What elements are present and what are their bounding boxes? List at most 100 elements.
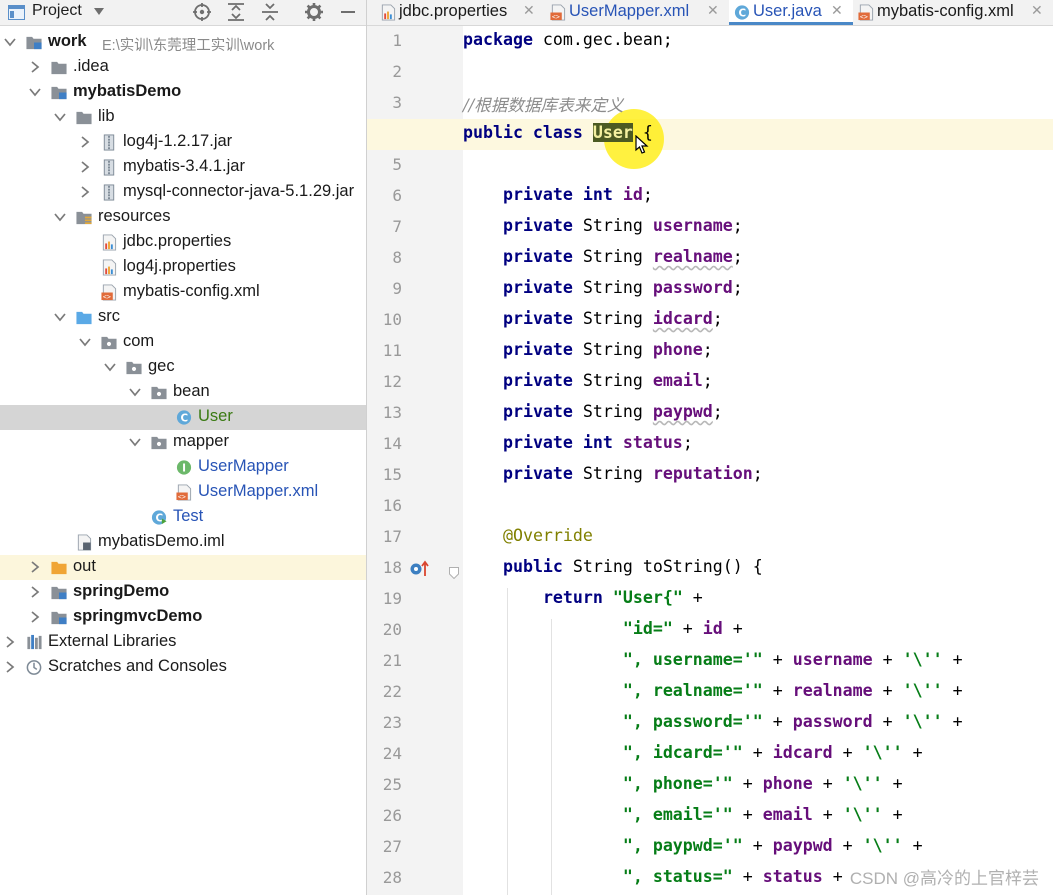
chevron-down-icon[interactable]: [104, 361, 116, 373]
code-line[interactable]: private String email;: [463, 371, 713, 390]
code-line[interactable]: public class User {: [463, 123, 653, 142]
chevron-right-icon[interactable]: [29, 611, 41, 623]
code-editor[interactable]: 1234567891011121314151617181920212223242…: [367, 26, 1053, 895]
chevron-down-icon[interactable]: [129, 436, 141, 448]
code-line[interactable]: ", phone='" + phone + '\'' +: [463, 774, 903, 793]
code-line[interactable]: ", paypwd='" + paypwd + '\'' +: [463, 836, 923, 855]
code-line[interactable]: private String reputation;: [463, 464, 763, 483]
tree-item-bean[interactable]: bean: [0, 380, 366, 405]
code-line[interactable]: ", idcard='" + idcard + '\'' +: [463, 743, 923, 762]
tree-item-external-libraries[interactable]: External Libraries: [0, 630, 366, 655]
line-number: 25: [382, 775, 402, 794]
tree-item-mybatis-3-4-1-jar[interactable]: mybatis-3.4.1.jar: [0, 155, 366, 180]
tree-item-mybatis-config-xml[interactable]: <> mybatis-config.xml: [0, 280, 366, 305]
chevron-down-icon[interactable]: [94, 8, 104, 16]
chevron-right-icon[interactable]: [79, 136, 91, 148]
chevron-right-icon[interactable]: [29, 561, 41, 573]
line-number: 17: [382, 527, 402, 546]
code-line[interactable]: ", password='" + password + '\'' +: [463, 712, 963, 731]
close-icon[interactable]: ✕: [523, 3, 535, 19]
tree-item-idea[interactable]: .idea: [0, 55, 366, 80]
tree-item-work[interactable]: work E:\实训\东莞理工实训\work: [0, 30, 366, 55]
libraries-icon: [27, 634, 42, 650]
tree-item-mybatisdemo[interactable]: mybatisDemo: [0, 80, 366, 105]
close-icon[interactable]: ✕: [831, 3, 843, 19]
code-line[interactable]: private String realname;: [463, 247, 743, 266]
chevron-down-icon[interactable]: [54, 211, 66, 223]
chevron-right-icon[interactable]: [79, 161, 91, 173]
code-line[interactable]: private String idcard;: [463, 309, 723, 328]
tree-item-scratches-and-consoles[interactable]: Scratches and Consoles: [0, 655, 366, 680]
project-view-icon[interactable]: [8, 5, 25, 20]
code-line[interactable]: //根据数据库表来定义: [463, 92, 624, 116]
tab-jdbc-properties[interactable]: jdbc.properties ✕: [375, 0, 545, 25]
line-number: 26: [382, 806, 402, 825]
editor-tab-bar: jdbc.properties ✕ <> UserMapper.xml ✕ C User.j…: [367, 0, 1053, 26]
project-panel-title[interactable]: Project: [32, 2, 82, 20]
override-marker-icon[interactable]: [409, 560, 431, 578]
code-line[interactable]: private String phone;: [463, 340, 713, 359]
chevron-right-icon[interactable]: [4, 636, 16, 648]
tree-item-label: UserMapper: [198, 457, 289, 475]
code-line[interactable]: private String username;: [463, 216, 743, 235]
svg-text:C: C: [181, 412, 189, 424]
tree-item-log4j-1-2-17-jar[interactable]: log4j-1.2.17.jar: [0, 130, 366, 155]
code-line[interactable]: @Override: [463, 526, 593, 545]
tree-item-mybatisdemo-iml[interactable]: mybatisDemo.iml: [0, 530, 366, 555]
chevron-down-icon[interactable]: [79, 336, 91, 348]
tree-item-out[interactable]: out: [0, 555, 366, 580]
code-line[interactable]: return "User{" +: [463, 588, 703, 607]
target-icon[interactable]: [192, 2, 212, 22]
tree-item-lib[interactable]: lib: [0, 105, 366, 130]
code-line[interactable]: ", username='" + username + '\'' +: [463, 650, 963, 669]
code-line[interactable]: private int id;: [463, 185, 653, 204]
expand-all-icon[interactable]: [226, 2, 246, 22]
chevron-right-icon[interactable]: [29, 586, 41, 598]
close-icon[interactable]: ✕: [707, 3, 719, 19]
chevron-right-icon[interactable]: [79, 186, 91, 198]
chevron-down-icon[interactable]: [29, 86, 41, 98]
code-line[interactable]: private int status;: [463, 433, 693, 452]
tree-item-src[interactable]: src: [0, 305, 366, 330]
collapse-all-icon[interactable]: [260, 2, 280, 22]
code-line[interactable]: ", status=" + status +: [463, 867, 843, 886]
gear-icon[interactable]: [304, 2, 324, 22]
chevron-right-icon[interactable]: [29, 61, 41, 73]
chevron-down-icon[interactable]: [54, 311, 66, 323]
tree-item-usermapper[interactable]: I UserMapper: [0, 455, 366, 480]
code-line[interactable]: "id=" + id +: [463, 619, 743, 638]
tree-item-label: mybatisDemo: [73, 82, 182, 100]
tree-item-mapper[interactable]: mapper: [0, 430, 366, 455]
tree-item-test[interactable]: C Test: [0, 505, 366, 530]
chevron-down-icon[interactable]: [129, 386, 141, 398]
tree-item-label: Test: [173, 507, 204, 525]
tree-item-jdbc-properties[interactable]: jdbc.properties: [0, 230, 366, 255]
code-line[interactable]: private String paypwd;: [463, 402, 723, 421]
chevron-down-icon[interactable]: [54, 111, 66, 123]
line-number: 15: [382, 465, 402, 484]
code-line[interactable]: public String toString() {: [463, 557, 763, 576]
tree-item-com[interactable]: com: [0, 330, 366, 355]
tree-item-springmvcdemo[interactable]: springmvcDemo: [0, 605, 366, 630]
tree-item-mysql-connector-java-5-1-29-jar[interactable]: mysql-connector-java-5.1.29.jar: [0, 180, 366, 205]
code-line[interactable]: private String password;: [463, 278, 743, 297]
tab-usermapper-xml[interactable]: <> UserMapper.xml ✕: [545, 0, 729, 25]
close-icon[interactable]: ✕: [1031, 3, 1043, 19]
tree-item-log4j-properties[interactable]: log4j.properties: [0, 255, 366, 280]
fold-icon[interactable]: [449, 564, 459, 580]
tree-item-label: work: [48, 32, 87, 50]
xml-file-icon: <>: [176, 484, 192, 501]
chevron-down-icon[interactable]: [4, 36, 16, 48]
tree-item-user[interactable]: C User: [0, 405, 366, 430]
code-line[interactable]: ", email='" + email + '\'' +: [463, 805, 903, 824]
tree-item-springdemo[interactable]: springDemo: [0, 580, 366, 605]
tree-item-usermapper-xml[interactable]: <> UserMapper.xml: [0, 480, 366, 505]
tab-user-java[interactable]: C User.java ✕: [729, 0, 853, 25]
hide-icon[interactable]: [338, 2, 358, 22]
tab-mybatis-config-xml[interactable]: <> mybatis-config.xml ✕: [853, 0, 1053, 25]
code-line[interactable]: ", realname='" + realname + '\'' +: [463, 681, 963, 700]
chevron-right-icon[interactable]: [4, 661, 16, 673]
tree-item-gec[interactable]: gec: [0, 355, 366, 380]
code-line[interactable]: package com.gec.bean;: [463, 30, 673, 49]
tree-item-resources[interactable]: resources: [0, 205, 366, 230]
